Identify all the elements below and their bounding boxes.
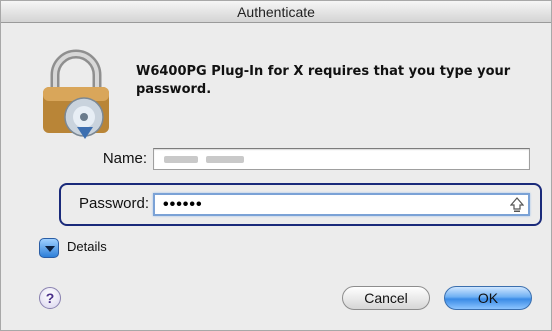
authenticate-dialog: Authenticate W6400PG Plug-In for X requi… xyxy=(0,0,552,331)
caps-lock-icon xyxy=(509,197,525,213)
ok-button[interactable]: OK xyxy=(444,286,532,310)
details-label: Details xyxy=(67,239,107,254)
details-disclosure-button[interactable] xyxy=(39,238,59,258)
lock-disc-icon xyxy=(37,47,115,143)
password-value: •••••• xyxy=(163,196,203,213)
blurred-name-part xyxy=(206,156,244,163)
cancel-button[interactable]: Cancel xyxy=(342,286,430,310)
auth-message: W6400PG Plug-In for X requires that you … xyxy=(136,64,511,97)
help-button[interactable]: ? xyxy=(39,287,61,309)
blurred-name-part xyxy=(164,156,198,163)
name-label: Name: xyxy=(102,150,147,167)
name-field[interactable] xyxy=(153,148,530,170)
password-label: Password: xyxy=(78,195,149,212)
window-title: Authenticate xyxy=(1,1,551,23)
password-field[interactable]: •••••• xyxy=(153,193,530,216)
disclosure-triangle-icon xyxy=(45,246,55,252)
